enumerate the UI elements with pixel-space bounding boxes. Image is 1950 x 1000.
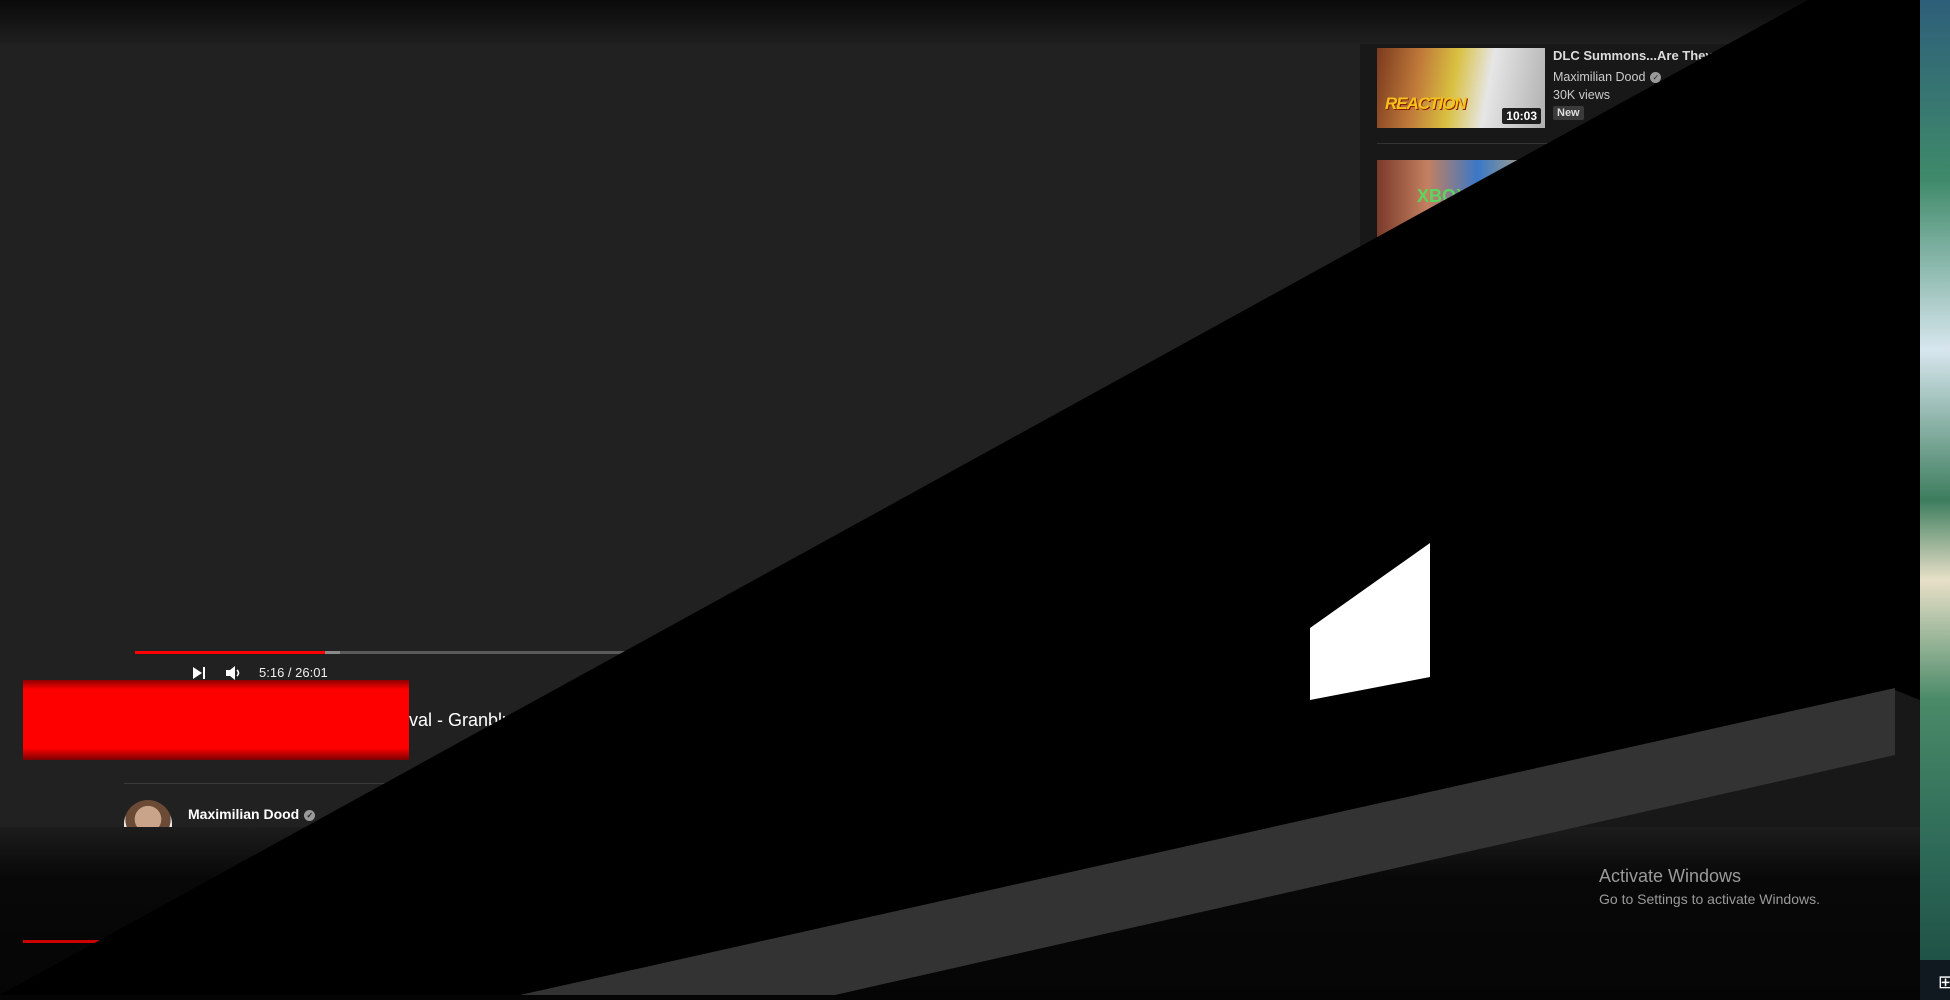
bottom-strip bbox=[0, 827, 1920, 1000]
activate-windows-title: Activate Windows bbox=[1599, 866, 1742, 886]
thumb-text: REACTION bbox=[1385, 94, 1467, 113]
top-bar bbox=[0, 0, 1920, 44]
seek-bar[interactable] bbox=[135, 651, 925, 654]
activate-windows-subtitle: Go to Settings to activate Windows. bbox=[1599, 891, 1820, 907]
verified-icon: ✓ bbox=[304, 809, 316, 821]
rec-title[interactable]: DLC Summons...Are They W bbox=[1553, 48, 1729, 63]
redacted-box bbox=[23, 680, 409, 760]
verified-icon: ✓ bbox=[1650, 72, 1662, 84]
rec-channel-label: Maximilian Dood bbox=[1553, 70, 1646, 84]
rec-views: 30K views bbox=[1553, 88, 1610, 102]
bottom-red-line bbox=[23, 940, 223, 943]
channel-name-label: Maximilian Dood bbox=[188, 806, 300, 822]
bottom-progress-buffer bbox=[410, 990, 435, 993]
seek-buffered bbox=[324, 651, 341, 654]
rec-title-2[interactable]: MX bbox=[1553, 160, 1573, 175]
video-duration: 10:03 bbox=[1502, 108, 1541, 124]
new-badge: New bbox=[1553, 106, 1584, 120]
thumb-text-xbox: XBOX bbox=[1417, 186, 1469, 206]
divider bbox=[124, 783, 784, 784]
thumb-text-doom: DOC bbox=[1379, 260, 1424, 282]
rec-thumbnail[interactable]: REACTION 10:03 bbox=[1377, 48, 1545, 128]
thumb-text-kalive: K ALIVE bbox=[1432, 216, 1535, 247]
rec-thumbnail-2[interactable]: XBOX K ALIVE DOC bbox=[1377, 160, 1545, 300]
bottom-progress-line bbox=[23, 990, 433, 993]
seek-played bbox=[135, 651, 325, 654]
desktop-wallpaper bbox=[1920, 0, 1950, 1000]
rec-channel[interactable]: Maximilian Dood ✓ bbox=[1553, 70, 1662, 84]
rec-divider bbox=[1377, 143, 1567, 144]
channel-name[interactable]: Maximilian Dood ✓ bbox=[188, 806, 316, 822]
windows-logo-icon[interactable]: ⊞ bbox=[1938, 972, 1950, 993]
video-title: ercival - Granblue Fantasy Versus - Onli… bbox=[380, 710, 774, 730]
